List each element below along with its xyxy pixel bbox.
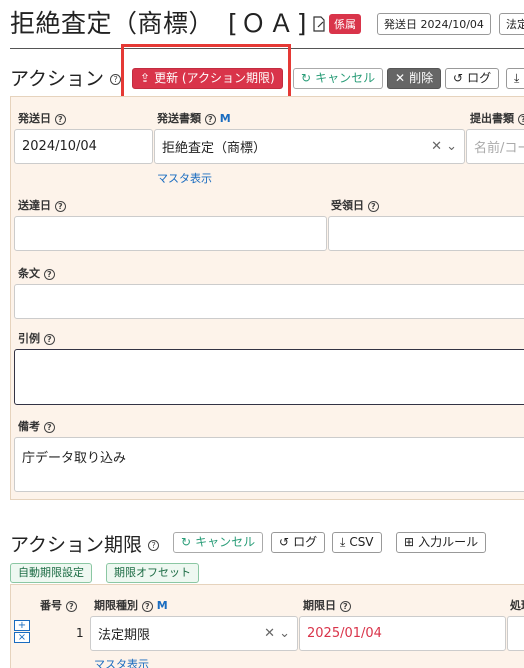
remove-row-icon[interactable]: × [14, 632, 30, 643]
clear-icon[interactable]: ✕ ⌄ [431, 139, 457, 154]
chevron-down-icon[interactable]: ⌄ [446, 139, 457, 154]
col-handling-header: 処理 [510, 599, 524, 612]
input-rule-label: 入力ルール [418, 535, 479, 549]
article-label: 条文 ? [18, 265, 55, 281]
received-date-label: 受領日 ? [331, 197, 379, 213]
received-date-label-text: 受領日 [331, 199, 364, 212]
delete-button[interactable]: ✕ 削除 [387, 68, 442, 89]
highlight-box [121, 44, 291, 102]
submit-doc-label-text: 提出書類 [470, 112, 514, 125]
csv-label: CSV [349, 535, 374, 549]
refresh-icon: ↻ [181, 535, 192, 549]
deadline-title-text: アクション期限 [10, 534, 143, 556]
col-date-header: 期限日 ? [303, 597, 351, 613]
delivery-date-label-text: 送達日 [18, 199, 51, 212]
doc-type-select[interactable]: 拒絶査定（商標） ✕ ⌄ [154, 129, 465, 164]
sent-date-label-text: 発送日 [18, 112, 51, 125]
sent-date-chip: 発送日 2024/10/04 [377, 13, 491, 35]
help-icon[interactable]: ? [367, 200, 379, 212]
action-section-title: アクション ? [10, 64, 122, 91]
doc-type-label-text: 発送書類 [157, 112, 201, 125]
deadline-type-master-link[interactable]: マスタ表示 [94, 656, 149, 668]
citation-textarea[interactable] [14, 349, 524, 405]
table-icon: ⊞ [404, 535, 415, 549]
deadline-log-button[interactable]: ↺ ログ [271, 532, 326, 553]
handling-input[interactable] [507, 616, 524, 651]
deadline-section-title: アクション期限 ? [10, 530, 160, 557]
remarks-label-text: 備考 [18, 420, 40, 433]
download-button[interactable]: ⤓ [506, 68, 524, 89]
close-icon: ✕ [395, 71, 406, 85]
citation-label: 引例 ? [18, 330, 55, 346]
auto-deadline-button[interactable]: 自動期限設定 [10, 563, 92, 583]
deadline-offset-button[interactable]: 期限オフセット [106, 563, 199, 583]
help-icon[interactable]: ? [54, 200, 66, 212]
received-date-input[interactable] [328, 216, 524, 251]
add-row-icon[interactable]: + [14, 620, 30, 631]
help-icon[interactable]: ? [110, 74, 122, 85]
deadline-cancel-label: キャンセル [195, 535, 256, 549]
delivery-date-input[interactable] [14, 216, 327, 251]
deadline-type-select[interactable]: 法定期限 ✕ ⌄ [90, 616, 298, 651]
cancel-label: キャンセル [315, 71, 376, 85]
col-date-text: 期限日 [303, 599, 336, 612]
citation-label-text: 引例 [18, 332, 40, 345]
clear-icon[interactable]: ✕ ⌄ [264, 626, 290, 641]
delivery-date-label: 送達日 ? [18, 197, 66, 213]
help-icon[interactable]: ? [65, 600, 77, 612]
status-badge: 係属 [329, 14, 361, 34]
doc-type-label: 発送書類 ? M [157, 110, 231, 126]
action-title-text: アクション [10, 68, 105, 90]
deadline-cancel-button[interactable]: ↻ キャンセル [173, 532, 264, 553]
help-icon[interactable]: ? [517, 113, 524, 125]
document-edit-icon[interactable] [312, 16, 326, 32]
csv-button[interactable]: ⤓ CSV [332, 532, 382, 553]
refresh-icon: ↻ [301, 71, 312, 85]
master-m-icon[interactable]: M [220, 112, 231, 125]
help-icon[interactable]: ? [43, 333, 55, 345]
deadline-type-value: 法定期限 [98, 628, 151, 643]
master-m-icon[interactable]: M [157, 599, 168, 612]
page-title: 拒絶査定（商標） [ＯＡ] [10, 4, 310, 40]
download-icon: ⤓ [514, 71, 520, 85]
help-icon[interactable]: ? [43, 268, 55, 280]
download-icon: ⤓ [340, 535, 346, 549]
action-log-button[interactable]: ↺ ログ [445, 68, 500, 89]
submit-doc-placeholder: 名前/コード [474, 141, 524, 156]
sent-date-input[interactable]: 2024/10/04 [14, 129, 153, 164]
submit-doc-label: 提出書類 ? [470, 110, 524, 126]
col-type-text: 期限種別 [94, 599, 138, 612]
log-label: ログ [467, 71, 492, 85]
input-rule-button[interactable]: ⊞ 入力ルール [396, 532, 487, 553]
article-input[interactable] [14, 284, 524, 319]
col-number-header: 番号 ? [40, 597, 77, 613]
help-icon[interactable]: ? [148, 540, 160, 551]
article-label-text: 条文 [18, 267, 40, 280]
action-cancel-button[interactable]: ↻ キャンセル [293, 68, 384, 89]
col-type-header: 期限種別 ? M [94, 597, 168, 613]
history-icon: ↺ [453, 71, 464, 85]
history-icon: ↺ [279, 535, 290, 549]
page-title-text: 拒絶査定（商標） [10, 9, 215, 38]
help-icon[interactable]: ? [204, 113, 216, 125]
row-number: 1 [76, 626, 84, 640]
deadline-log-label: ログ [293, 535, 318, 549]
doc-type-master-link[interactable]: マスタ表示 [157, 170, 212, 186]
sent-date-label: 発送日 ? [18, 110, 66, 126]
law-chip: 法定 [499, 13, 524, 35]
help-icon[interactable]: ? [54, 113, 66, 125]
deadline-date-input[interactable]: 2025/01/04 [299, 616, 506, 651]
submit-doc-input[interactable]: 名前/コード [466, 129, 524, 164]
remarks-label: 備考 ? [18, 418, 55, 434]
chevron-down-icon[interactable]: ⌄ [279, 626, 290, 641]
remarks-textarea[interactable]: 庁データ取り込み [14, 437, 524, 492]
oa-label: [ＯＡ] [228, 9, 310, 38]
help-icon[interactable]: ? [43, 421, 55, 433]
doc-type-value: 拒絶査定（商標） [162, 141, 267, 156]
delete-label: 削除 [409, 71, 434, 85]
help-icon[interactable]: ? [339, 600, 351, 612]
col-number-text: 番号 [40, 599, 62, 612]
help-icon[interactable]: ? [141, 600, 153, 612]
